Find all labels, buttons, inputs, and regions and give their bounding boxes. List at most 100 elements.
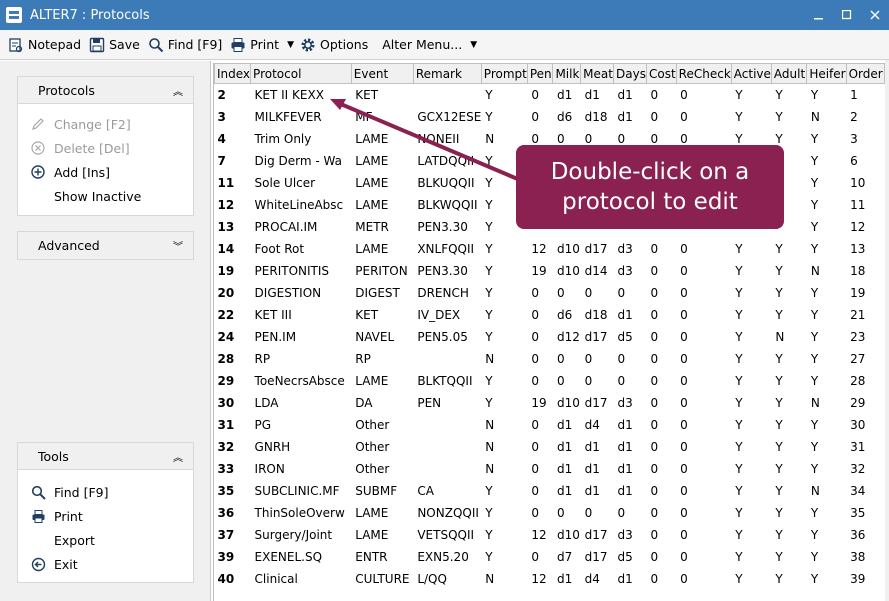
- table-row[interactable]: 36 ThinSoleOverw LAME NONZQQII Y 0 0 0 0 0 0 Y Y Y 35: [215, 502, 885, 524]
- tools-print-action[interactable]: Print: [18, 504, 193, 528]
- cell-event: LAME: [355, 153, 389, 168]
- cell-order: 3: [850, 131, 858, 146]
- cell-pen: 12: [531, 241, 547, 256]
- column-header-recheck[interactable]: ReCheck: [675, 63, 732, 84]
- cell-remark: [413, 84, 481, 106]
- chevron-up-icon[interactable]: ︽: [173, 449, 183, 464]
- table-row[interactable]: 33 IRON Other N 0 d1 d1 d1 0 0 Y Y Y 32: [215, 458, 885, 480]
- notepad-button[interactable]: Notepad: [6, 33, 87, 57]
- print-dropdown-icon[interactable]: ▼: [287, 40, 294, 50]
- save-button[interactable]: Save: [87, 33, 146, 57]
- table-row[interactable]: 30 LDA DA PEN Y 19 d10 d17 d3 0 0 Y Y N 29: [215, 392, 885, 414]
- cell-remark: CA: [417, 483, 434, 498]
- cell-heifer: Y: [810, 285, 819, 300]
- tools-panel-header[interactable]: Tools ︽: [18, 443, 193, 470]
- cell-index: 29: [217, 373, 235, 388]
- cell-recheck: 0: [680, 571, 688, 586]
- cell-cost: 0: [650, 329, 659, 344]
- cell-index: 19: [217, 263, 235, 278]
- cell-meat: d14: [584, 263, 608, 278]
- protocols-panel-header[interactable]: Protocols ︽: [18, 77, 193, 104]
- cell-pen: 0: [531, 461, 539, 476]
- column-header-active[interactable]: Active: [730, 63, 772, 84]
- chevron-down-icon[interactable]: ︾: [173, 238, 183, 253]
- cell-heifer: N: [810, 483, 820, 498]
- column-header-event[interactable]: Event: [350, 63, 414, 84]
- table-row[interactable]: 29 ToeNecrsAbsce LAME BLKTQQII Y 0 0 0 0 0 0 Y Y Y 28: [215, 370, 885, 392]
- table-row[interactable]: 40 Clinical CULTURE L/QQ N 12 d1 d4 d1 0 0 Y Y Y 39: [215, 568, 885, 590]
- cell-index: 36: [217, 505, 235, 520]
- options-button[interactable]: Options: [298, 33, 374, 57]
- add-action[interactable]: Add [Ins]: [18, 160, 193, 184]
- alter-menu-button[interactable]: Alter Menu...: [374, 33, 468, 57]
- advanced-panel-header[interactable]: Advanced ︾: [18, 232, 193, 259]
- column-header-cost[interactable]: Cost: [645, 63, 677, 84]
- column-header-protocol[interactable]: Protocol: [250, 63, 352, 84]
- show-inactive-action[interactable]: Show Inactive: [18, 184, 193, 208]
- column-header-remark[interactable]: Remark: [412, 63, 482, 84]
- maximize-button[interactable]: [833, 0, 861, 30]
- cell-order: 6: [850, 153, 858, 168]
- table-row[interactable]: 37 Surgery/Joint LAME VETSQQII Y 12 d10 d17 d3 0 0…: [215, 524, 885, 546]
- table-row[interactable]: 2 KET II KEXX KET Y 0 d1 d1 d1 0 0 Y Y Y 1: [215, 84, 885, 106]
- tools-find-action[interactable]: Find [F9]: [18, 480, 193, 504]
- cell-recheck: 0: [680, 307, 688, 322]
- cell-cost: 0: [650, 395, 659, 410]
- cell-order: 12: [850, 219, 866, 234]
- table-row[interactable]: 28 RP RP N 0 0 0 0 0 0 Y Y Y 27: [215, 348, 885, 370]
- cell-pen: 0: [531, 351, 539, 366]
- tools-export-action[interactable]: Export: [18, 528, 193, 552]
- cell-active: Y: [735, 351, 743, 366]
- toolbar: Notepad Save Find [F9] Print ▼ Options A…: [0, 30, 889, 60]
- column-header-milk[interactable]: Milk: [552, 63, 582, 84]
- table-row[interactable]: 22 KET III KET IV_DEX Y 0 d6 d18 d1 0 0 Y Y Y 21: [215, 304, 885, 326]
- change-action[interactable]: Change [F2]: [18, 112, 193, 136]
- column-header-index[interactable]: Index: [214, 63, 252, 84]
- tools-exit-label: Exit: [54, 556, 78, 572]
- cell-heifer: Y: [810, 153, 819, 168]
- cell-protocol: SUBCLINIC.MF: [254, 483, 340, 498]
- table-row[interactable]: 24 PEN.IM NAVEL PEN5.05 Y 0 d12 d17 d5 0 0 Y N Y 23: [215, 326, 885, 348]
- column-header-meat[interactable]: Meat: [580, 63, 615, 84]
- cell-pen: 0: [531, 329, 539, 344]
- table-row[interactable]: 3 MILKFEVER MF GCX12ESE Y 0 d6 d18 d1 0 0 Y Y N 2: [215, 106, 885, 128]
- cell-remark: BLKWQQII: [417, 197, 478, 212]
- table-row[interactable]: 35 SUBCLINIC.MF SUBMF CA Y 0 d1 d1 d1 0 0 Y Y N 34: [215, 480, 885, 502]
- cell-heifer: Y: [810, 461, 819, 476]
- cell-prompt: Y: [485, 505, 493, 520]
- cell-milk: d7: [556, 549, 573, 564]
- column-header-days[interactable]: Days: [613, 63, 647, 84]
- find-button[interactable]: Find [F9]: [146, 33, 228, 57]
- delete-action[interactable]: Delete [Del]: [18, 136, 193, 160]
- cell-protocol: Dig Derm - Wa: [254, 153, 342, 168]
- column-header-heifer[interactable]: Heifer: [806, 63, 847, 84]
- cell-protocol: RP: [254, 351, 271, 366]
- table-row[interactable]: 39 EXENEL.SQ ENTR EXN5.20 Y 0 d7 d17 d5 0 0 Y Y Y 38: [215, 546, 885, 568]
- column-header-pen[interactable]: Pen: [526, 63, 554, 84]
- tools-exit-action[interactable]: Exit: [18, 552, 193, 576]
- advanced-panel: Advanced ︾: [17, 231, 194, 260]
- table-row[interactable]: 19 PERITONITIS PERITON PEN3.30 Y 19 d10 d14 d3 0 0…: [215, 260, 885, 282]
- table-row[interactable]: 31 PG Other N 0 d1 d4 d1 0 0 Y Y Y 30: [215, 414, 885, 436]
- column-header-prompt[interactable]: Prompt: [480, 63, 528, 84]
- cell-days: d1: [617, 571, 633, 586]
- table-row[interactable]: 20 DIGESTION DIGEST DRENCH Y 0 0 0 0 0 0 Y Y Y 19: [215, 282, 885, 304]
- column-header-order[interactable]: Order: [845, 63, 885, 84]
- column-header-adult[interactable]: Adult: [770, 63, 808, 84]
- alter-menu-dropdown-icon[interactable]: ▼: [470, 40, 477, 50]
- chevron-up-icon[interactable]: ︽: [173, 83, 183, 98]
- search-icon: [30, 484, 46, 500]
- cell-heifer: Y: [810, 417, 819, 432]
- cell-protocol: PG: [254, 417, 272, 432]
- minimize-button[interactable]: [805, 0, 833, 30]
- cell-milk: d1: [556, 571, 573, 586]
- print-button[interactable]: Print: [228, 33, 285, 57]
- close-button[interactable]: [861, 0, 889, 30]
- cell-remark: PEN5.05: [417, 329, 468, 344]
- cell-days: d1: [617, 461, 633, 476]
- table-row[interactable]: 14 Foot Rot LAME XNLFQQII Y 12 d10 d17 d3 0 0 Y Y Y 13: [215, 238, 885, 260]
- cell-event: SUBMF: [355, 483, 398, 498]
- table-row[interactable]: 32 GNRH Other N 0 d1 d1 d1 0 0 Y Y Y 31: [215, 436, 885, 458]
- cell-event: LAME: [355, 373, 389, 388]
- cell-prompt: N: [485, 351, 495, 366]
